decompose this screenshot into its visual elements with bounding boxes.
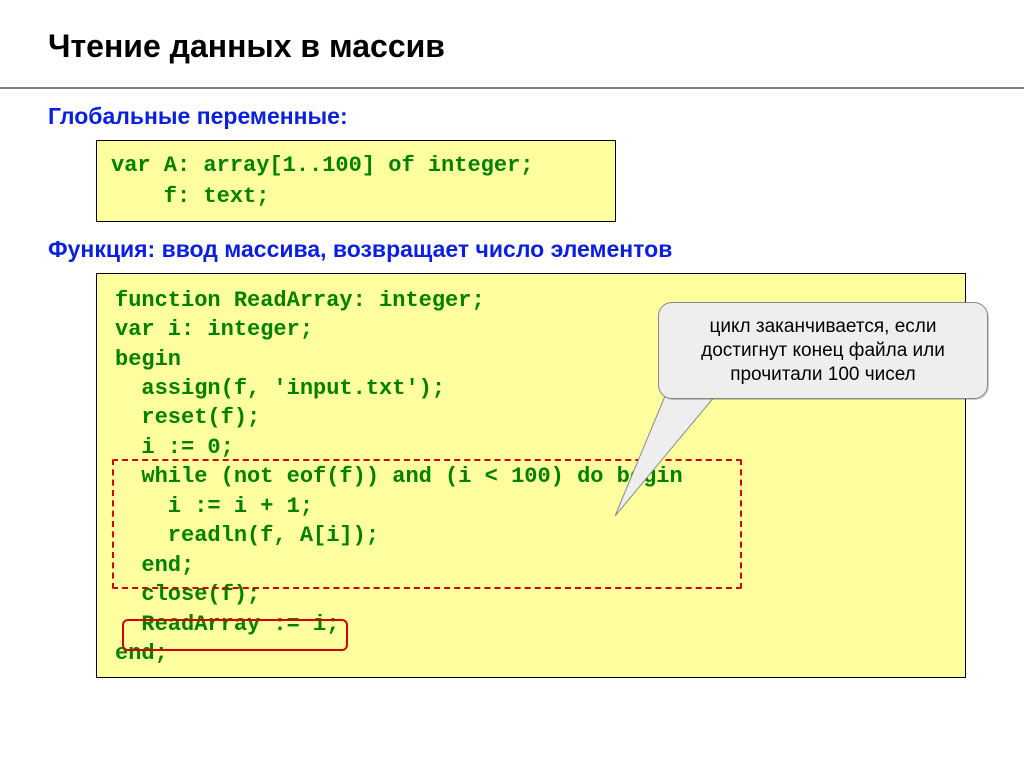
section-heading-globals: Глобальные переменные:	[48, 103, 984, 130]
divider	[0, 87, 1024, 89]
slide: Чтение данных в массив Глобальные переме…	[0, 0, 1024, 767]
callout-tail-icon	[615, 396, 735, 516]
section-heading-function: Функция: ввод массива, возвращает число …	[48, 236, 984, 263]
highlight-return-solid	[122, 619, 348, 651]
code-block-globals: var A: array[1..100] of integer; f: text…	[96, 140, 616, 222]
callout-bubble: цикл заканчивается, если достигнут конец…	[658, 302, 988, 399]
page-title: Чтение данных в массив	[48, 28, 984, 65]
